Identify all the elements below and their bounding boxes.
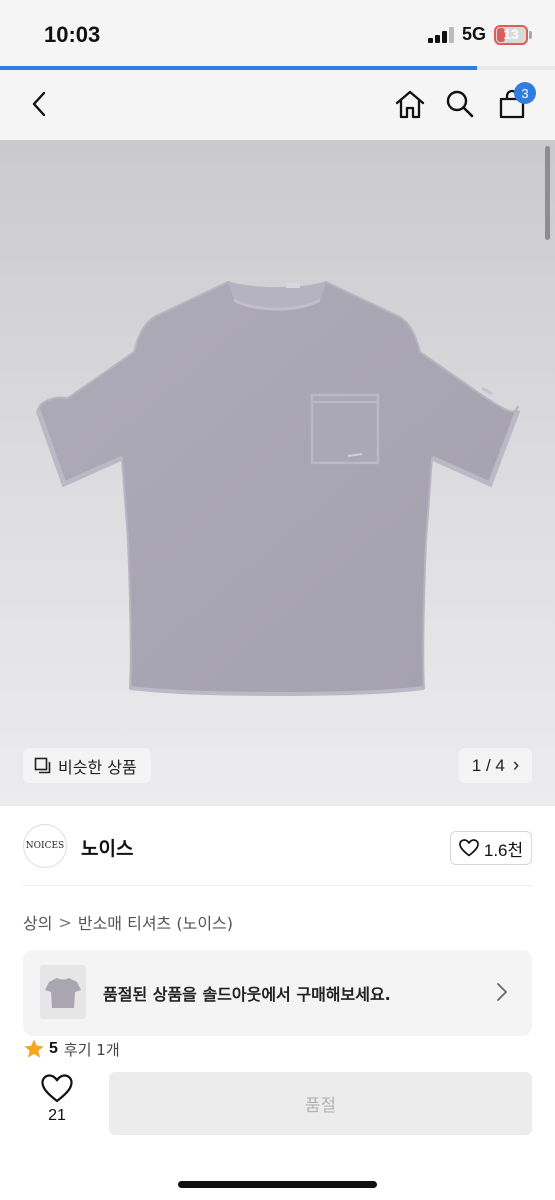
back-button[interactable]: [20, 84, 60, 124]
network-label: 5G: [462, 24, 487, 44]
chevron-right-icon: ›: [512, 754, 520, 776]
cart-count-badge: 3: [514, 82, 536, 104]
search-button[interactable]: [440, 84, 480, 124]
soldout-button[interactable]: 품절: [109, 1072, 532, 1135]
rating-row[interactable]: 5 후기 1개: [23, 1037, 120, 1061]
banner-text: 품절된 상품을 솔드아웃에서 구매해보세요.: [103, 985, 391, 1004]
image-counter: 1 / 4: [471, 755, 505, 775]
top-nav: 3: [0, 70, 555, 140]
heart-icon: [41, 1074, 73, 1103]
product-image-gallery[interactable]: 비슷한 상품 1 / 4 ›: [0, 140, 555, 806]
bottom-action-bar: 21 품절: [0, 1060, 555, 1200]
status-time: 10:03: [44, 22, 101, 47]
rating-score: 5: [49, 1040, 58, 1057]
brand-name[interactable]: 노이스: [81, 834, 133, 861]
brand-like-count: 1.6천: [483, 840, 524, 860]
brand-logo-text: NOICES: [25, 841, 65, 851]
cart-button[interactable]: 3: [492, 82, 536, 124]
chevron-right-icon: [495, 981, 509, 1007]
breadcrumb-category[interactable]: 상의: [23, 910, 52, 934]
heart-icon: [459, 839, 479, 857]
brand-row: NOICES 노이스 1.6천: [0, 806, 555, 886]
tshirt-icon: [45, 978, 81, 1008]
soldout-shop-banner[interactable]: 품절된 상품을 솔드아웃에서 구매해보세요.: [23, 950, 532, 1036]
chevron-left-icon: [32, 91, 46, 117]
banner-product-thumbnail: [40, 965, 86, 1019]
home-button[interactable]: [390, 84, 430, 124]
search-icon: [446, 90, 474, 118]
status-bar: 10:03 5G 13: [0, 0, 555, 66]
breadcrumb-subcategory[interactable]: 반소매 티셔츠 (노이스): [78, 910, 233, 934]
battery-icon: 13: [494, 25, 528, 45]
battery-level: 13: [503, 26, 519, 42]
similar-products-icon: [34, 757, 51, 773]
wishlist-count: 21: [48, 1107, 66, 1124]
home-indicator: [178, 1181, 377, 1188]
battery-tip: [529, 31, 532, 39]
similar-products-button[interactable]: 비슷한 상품: [23, 748, 151, 783]
image-counter-button[interactable]: 1 / 4 ›: [459, 748, 532, 783]
page-scroll-indicator: [545, 146, 550, 240]
breadcrumb: 상의 > 반소매 티셔츠 (노이스): [23, 910, 233, 934]
breadcrumb-separator: >: [58, 912, 72, 932]
similar-products-label: 비슷한 상품: [58, 757, 137, 777]
star-icon: [24, 1039, 44, 1058]
brand-logo[interactable]: NOICES: [23, 824, 67, 868]
home-icon: [395, 90, 425, 119]
product-image: [35, 280, 521, 696]
divider: [23, 885, 532, 886]
brand-like-button[interactable]: 1.6천: [450, 831, 532, 865]
wishlist-button[interactable]: 21: [32, 1074, 82, 1134]
review-count: 후기 1개: [63, 1040, 120, 1059]
signal-icon: [428, 27, 456, 43]
